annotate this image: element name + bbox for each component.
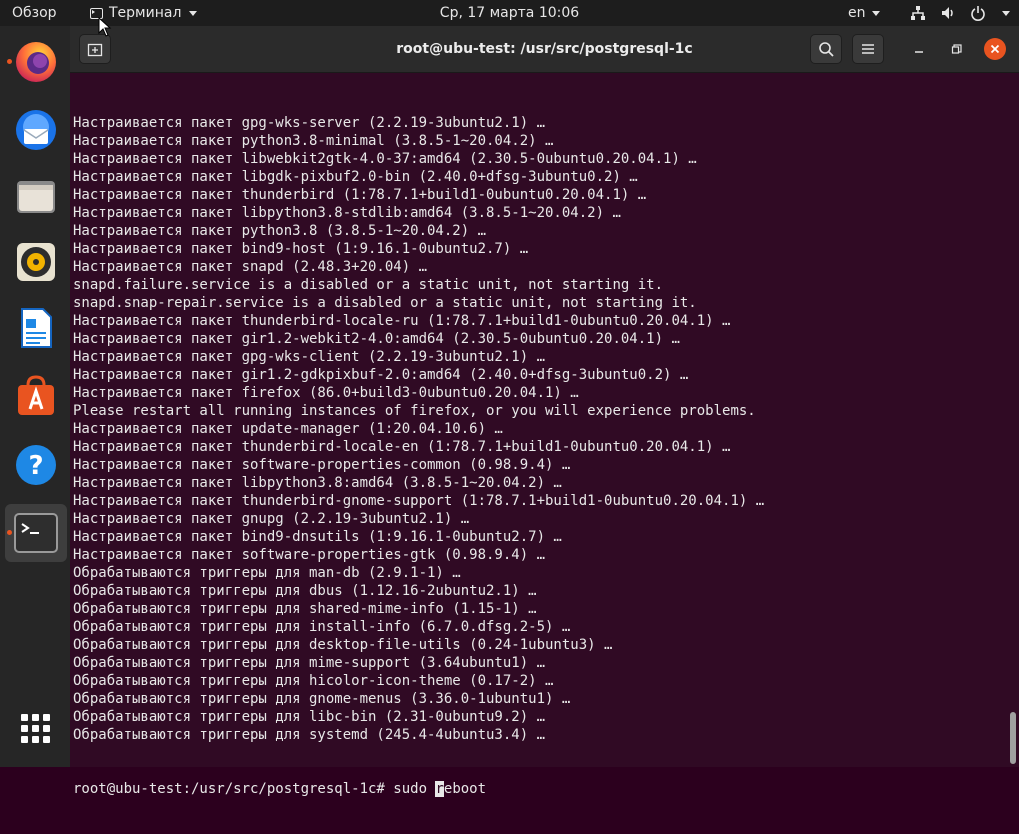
terminal-line: Настраивается пакет bind9-host (1:9.16.1… [73, 241, 529, 257]
terminal-line: Настраивается пакет gnupg (2.2.19-3ubunt… [73, 511, 470, 527]
rhythmbox-icon [17, 243, 55, 281]
terminal-line: Настраивается пакет gpg-wks-server (2.2.… [73, 115, 546, 131]
volume-icon [942, 7, 953, 19]
clock[interactable]: Ср, 17 марта 10:06 [440, 5, 579, 21]
terminal-line: Обрабатываются триггеры для shared-mime-… [73, 601, 537, 617]
terminal-line: Настраивается пакет software-properties-… [73, 457, 571, 473]
terminal-line: Обрабатываются триггеры для install-info… [73, 619, 571, 635]
close-icon [990, 44, 1000, 54]
search-icon [819, 42, 834, 57]
dock-item-firefox[interactable] [5, 33, 67, 91]
language-label: en [848, 5, 866, 21]
terminal-line: Настраивается пакет thunderbird-gnome-su… [73, 493, 765, 509]
terminal-line: Настраивается пакет update-manager (1:20… [73, 421, 503, 437]
dock-item-help[interactable]: ? [5, 436, 67, 494]
terminal-line: Настраивается пакет thunderbird-locale-e… [73, 439, 731, 455]
firefox-icon [16, 42, 56, 82]
maximize-button[interactable] [946, 38, 968, 60]
terminal-line: snapd.failure.service is a disabled or a… [73, 277, 664, 293]
mouse-pointer-icon [98, 17, 112, 37]
terminal-line: Обрабатываются триггеры для gnome-menus … [73, 691, 571, 707]
typed-command-rest: eboot [443, 781, 487, 797]
terminal-line: Настраивается пакет libpython3.8-stdlib:… [73, 205, 621, 221]
terminal-lines: Настраивается пакет gpg-wks-server (2.2.… [73, 114, 1019, 744]
terminal-line: Обрабатываются триггеры для systemd (245… [73, 727, 546, 743]
dock: ? [0, 26, 70, 767]
terminal-output[interactable]: Настраивается пакет gpg-wks-server (2.2.… [70, 73, 1019, 797]
svg-text:?: ? [28, 451, 43, 481]
terminal-line: Обрабатываются триггеры для mime-support… [73, 655, 546, 671]
terminal-line: Настраивается пакет thunderbird-locale-r… [73, 313, 731, 329]
app-grid-icon [21, 714, 50, 743]
shell-prompt: root@ubu-test:/usr/src/postgresql-1c# [73, 781, 394, 797]
network-icon [911, 6, 925, 20]
terminal-icon [14, 513, 58, 553]
dock-item-terminal[interactable] [5, 504, 67, 562]
terminal-line: Настраивается пакет libwebkit2gtk-4.0-37… [73, 151, 697, 167]
menu-button[interactable] [852, 34, 884, 64]
search-button[interactable] [810, 34, 842, 64]
terminal-line: Настраивается пакет gpg-wks-client (2.2.… [73, 349, 546, 365]
minimize-button[interactable] [908, 38, 930, 60]
terminal-line: Обрабатываются триггеры для hicolor-icon… [73, 673, 554, 689]
files-icon [17, 181, 55, 213]
terminal-line: Настраивается пакет snapd (2.48.3+20.04)… [73, 259, 428, 275]
terminal-window: root@ubu-test: /usr/src/postgresql-1c На… [70, 26, 1019, 797]
libreoffice-writer-icon [21, 308, 52, 348]
running-indicator [7, 530, 12, 535]
system-tray[interactable] [910, 0, 1010, 26]
terminal-line: Обрабатываются триггеры для dbus (1.12.1… [73, 583, 537, 599]
typed-command: sudo [393, 781, 436, 797]
terminal-line: Настраивается пакет firefox (86.0+build3… [73, 385, 579, 401]
terminal-line: Please restart all running instances of … [73, 403, 756, 419]
dock-item-writer[interactable] [5, 299, 67, 357]
terminal-line: Обрабатываются триггеры для man-db (2.9.… [73, 565, 461, 581]
terminal-line: Обрабатываются триггеры для desktop-file… [73, 637, 613, 653]
terminal-line: snapd.snap-repair.service is a disabled … [73, 295, 697, 311]
terminal-line: Настраивается пакет python3.8-minimal (3… [73, 133, 554, 149]
input-language-indicator[interactable]: en [848, 0, 880, 26]
thunderbird-icon [16, 110, 56, 150]
terminal-line: Настраивается пакет bind9-dnsutils (1:9.… [73, 529, 562, 545]
text-cursor: r [435, 781, 444, 797]
close-button[interactable] [984, 38, 1006, 60]
prompt-line[interactable]: root@ubu-test:/usr/src/postgresql-1c# su… [73, 780, 1019, 798]
header-bar[interactable]: root@ubu-test: /usr/src/postgresql-1c [70, 26, 1019, 73]
minimize-icon [915, 51, 923, 53]
chevron-down-icon [871, 10, 880, 16]
terminal-line: Настраивается пакет gir1.2-webkit2-4.0:a… [73, 331, 680, 347]
help-icon: ? [16, 445, 56, 485]
terminal-line: Настраивается пакет libgdk-pixbuf2.0-bin… [73, 169, 638, 185]
dock-item-software[interactable] [5, 367, 67, 425]
terminal-line: Обрабатываются триггеры для libc-bin (2.… [73, 709, 546, 725]
hamburger-menu-icon [862, 44, 874, 54]
terminal-line: Настраивается пакет gir1.2-gdkpixbuf-2.0… [73, 367, 689, 383]
power-icon [971, 6, 985, 21]
dock-item-thunderbird[interactable] [5, 101, 67, 159]
scrollbar[interactable] [1010, 712, 1016, 764]
new-tab-button[interactable] [79, 34, 111, 64]
restore-icon [951, 44, 962, 54]
dock-item-files[interactable] [5, 167, 67, 225]
terminal-line: Настраивается пакет libpython3.8:amd64 (… [73, 475, 562, 491]
show-applications-button[interactable] [5, 700, 67, 758]
top-bar: Обзор Терминал Ср, 17 марта 10:06 en [0, 0, 1019, 26]
dock-item-rhythmbox[interactable] [5, 233, 67, 291]
terminal-line: Настраивается пакет python3.8 (3.8.5-1~2… [73, 223, 487, 239]
terminal-line: Настраивается пакет thunderbird (1:78.7.… [73, 187, 647, 203]
ubuntu-software-icon [18, 375, 54, 415]
terminal-line: Настраивается пакет software-properties-… [73, 547, 546, 563]
new-tab-icon [87, 43, 103, 57]
running-indicator [7, 59, 12, 64]
chevron-down-icon [1002, 10, 1010, 16]
